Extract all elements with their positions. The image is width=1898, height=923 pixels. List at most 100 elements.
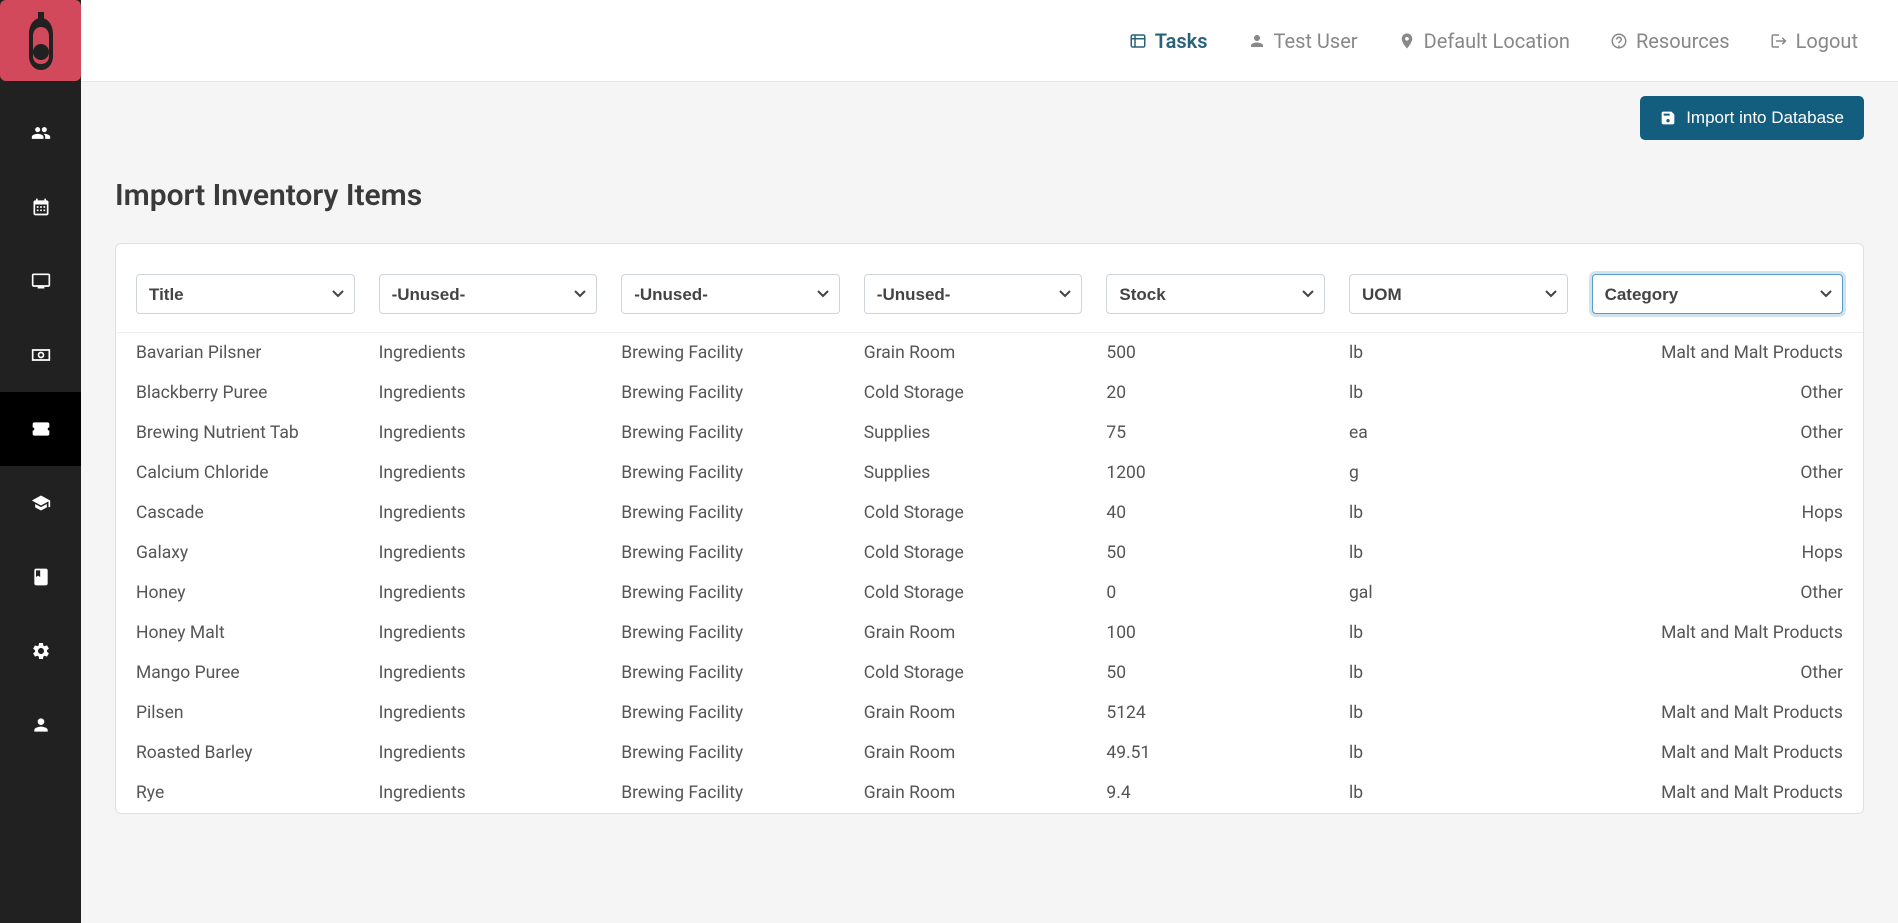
table-row: Bavarian Pilsner Ingredients Brewing Facil… [116,333,1863,373]
table-cell: lb [1349,623,1568,643]
column-select-4[interactable]: Stock [1106,274,1325,314]
table-cell: Roasted Barley [136,743,355,763]
table-row: Brewing Nutrient TabIngredientsBrewing F… [116,413,1863,453]
table-cell: Ingredients [379,383,598,403]
table-cell: Grain Room [864,783,1083,803]
table-cell: Ingredients [379,583,598,603]
column-header-5: UOM [1349,274,1568,314]
table-cell: 50 [1106,543,1325,563]
table-cell: Hops [1592,503,1843,523]
data-rows: Bavarian Pilsner Ingredients Brewing Facil… [116,333,1863,813]
column-header-4: Stock [1106,274,1325,314]
ticket-icon [31,419,51,439]
table-cell: Brewing Facility [621,463,840,483]
cash-icon [31,345,51,365]
nav-user[interactable]: Test User [1248,29,1358,53]
user-icon [1248,32,1266,50]
table-cell: Honey Malt [136,623,355,643]
nav-tasks-label: Tasks [1155,29,1208,53]
table-cell: Malt and Malt Products [1592,703,1843,723]
table-cell: g [1349,463,1568,483]
nav-location[interactable]: Default Location [1398,29,1570,53]
column-mapping-header: Title -Unused- -Unused- -Unused- [116,244,1863,333]
nav-logout[interactable]: Logout [1770,29,1858,53]
table-cell: 500 [1106,343,1325,363]
nav-tasks[interactable]: Tasks [1129,29,1208,53]
gear-icon [31,641,51,661]
table-cell: Brewing Nutrient Tab [136,423,355,443]
table-cell: 49.51 [1106,743,1325,763]
table-row: GalaxyIngredientsBrewing FacilityCold St… [116,533,1863,573]
table-cell: Malt and Malt Products [1592,783,1843,803]
sidebar-item-inventory[interactable] [0,392,81,466]
table-cell: lb [1349,543,1568,563]
sidebar-item-billing[interactable] [0,318,81,392]
nav-resources[interactable]: Resources [1610,29,1730,53]
table-cell: Cascade [136,503,355,523]
logout-icon [1770,32,1788,50]
table-cell: 100 [1106,623,1325,643]
column-select-3[interactable]: -Unused- [864,274,1083,314]
column-select-5[interactable]: UOM [1349,274,1568,314]
table-cell: Brewing Facility [621,343,840,363]
table-cell: Calcium Chloride [136,463,355,483]
nav-logout-label: Logout [1796,29,1858,53]
table-cell: Malt and Malt Products [1592,343,1843,363]
table-cell: Supplies [864,423,1083,443]
grad-cap-icon [31,493,51,513]
import-database-button[interactable]: Import into Database [1640,96,1864,140]
sidebar-item-docs[interactable] [0,540,81,614]
table-cell: Hops [1592,543,1843,563]
column-select-6[interactable]: Category [1592,274,1843,314]
table-cell: lb [1349,503,1568,523]
table-cell: Galaxy [136,543,355,563]
calendar-icon [31,197,51,217]
topnav: Tasks Test User Default Location Resourc… [81,0,1898,82]
table-cell: Mango Puree [136,663,355,683]
monitor-icon [31,271,51,291]
table-cell: Brewing Facility [621,783,840,803]
table-cell: 9.4 [1106,783,1325,803]
sidebar-item-display[interactable] [0,244,81,318]
sidebar-item-calendar[interactable] [0,170,81,244]
table-cell: Bavarian Pilsner [136,343,355,363]
nav-resources-label: Resources [1636,29,1730,53]
table-cell: Other [1592,463,1843,483]
logo-icon [25,12,57,70]
table-cell: Grain Room [864,623,1083,643]
table-cell: Rye [136,783,355,803]
app-logo[interactable] [0,0,81,81]
page-title: Import Inventory Items [81,140,1898,243]
sidebar-item-customers[interactable] [0,96,81,170]
table-cell: Other [1592,583,1843,603]
column-header-6: Category [1592,274,1843,314]
import-button-label: Import into Database [1686,108,1844,128]
table-cell: lb [1349,703,1568,723]
table-cell: Honey [136,583,355,603]
table-cell: Brewing Facility [621,743,840,763]
sidebar-item-account[interactable] [0,688,81,762]
table-cell: Malt and Malt Products [1592,623,1843,643]
location-icon [1398,32,1416,50]
table-cell: 50 [1106,663,1325,683]
table-cell: lb [1349,783,1568,803]
nav-location-label: Default Location [1424,29,1570,53]
table-row: Honey MaltIngredientsBrewing FacilityGra… [116,613,1863,653]
toolbar: Import into Database [81,82,1898,140]
column-select-2[interactable]: -Unused- [621,274,840,314]
column-select-1[interactable]: -Unused- [379,274,598,314]
table-cell: Other [1592,383,1843,403]
table-cell: Brewing Facility [621,583,840,603]
column-select-0[interactable]: Title [136,274,355,314]
nav-user-label: Test User [1274,29,1358,53]
table-cell: Grain Room [864,703,1083,723]
sidebar-item-settings[interactable] [0,614,81,688]
sidebar-item-education[interactable] [0,466,81,540]
table-cell: Pilsen [136,703,355,723]
table-cell: Brewing Facility [621,543,840,563]
table-cell: 40 [1106,503,1325,523]
table-cell: Cold Storage [864,543,1083,563]
table-cell: Brewing Facility [621,663,840,683]
table-cell: Ingredients [379,343,598,363]
table-cell: Brewing Facility [621,623,840,643]
